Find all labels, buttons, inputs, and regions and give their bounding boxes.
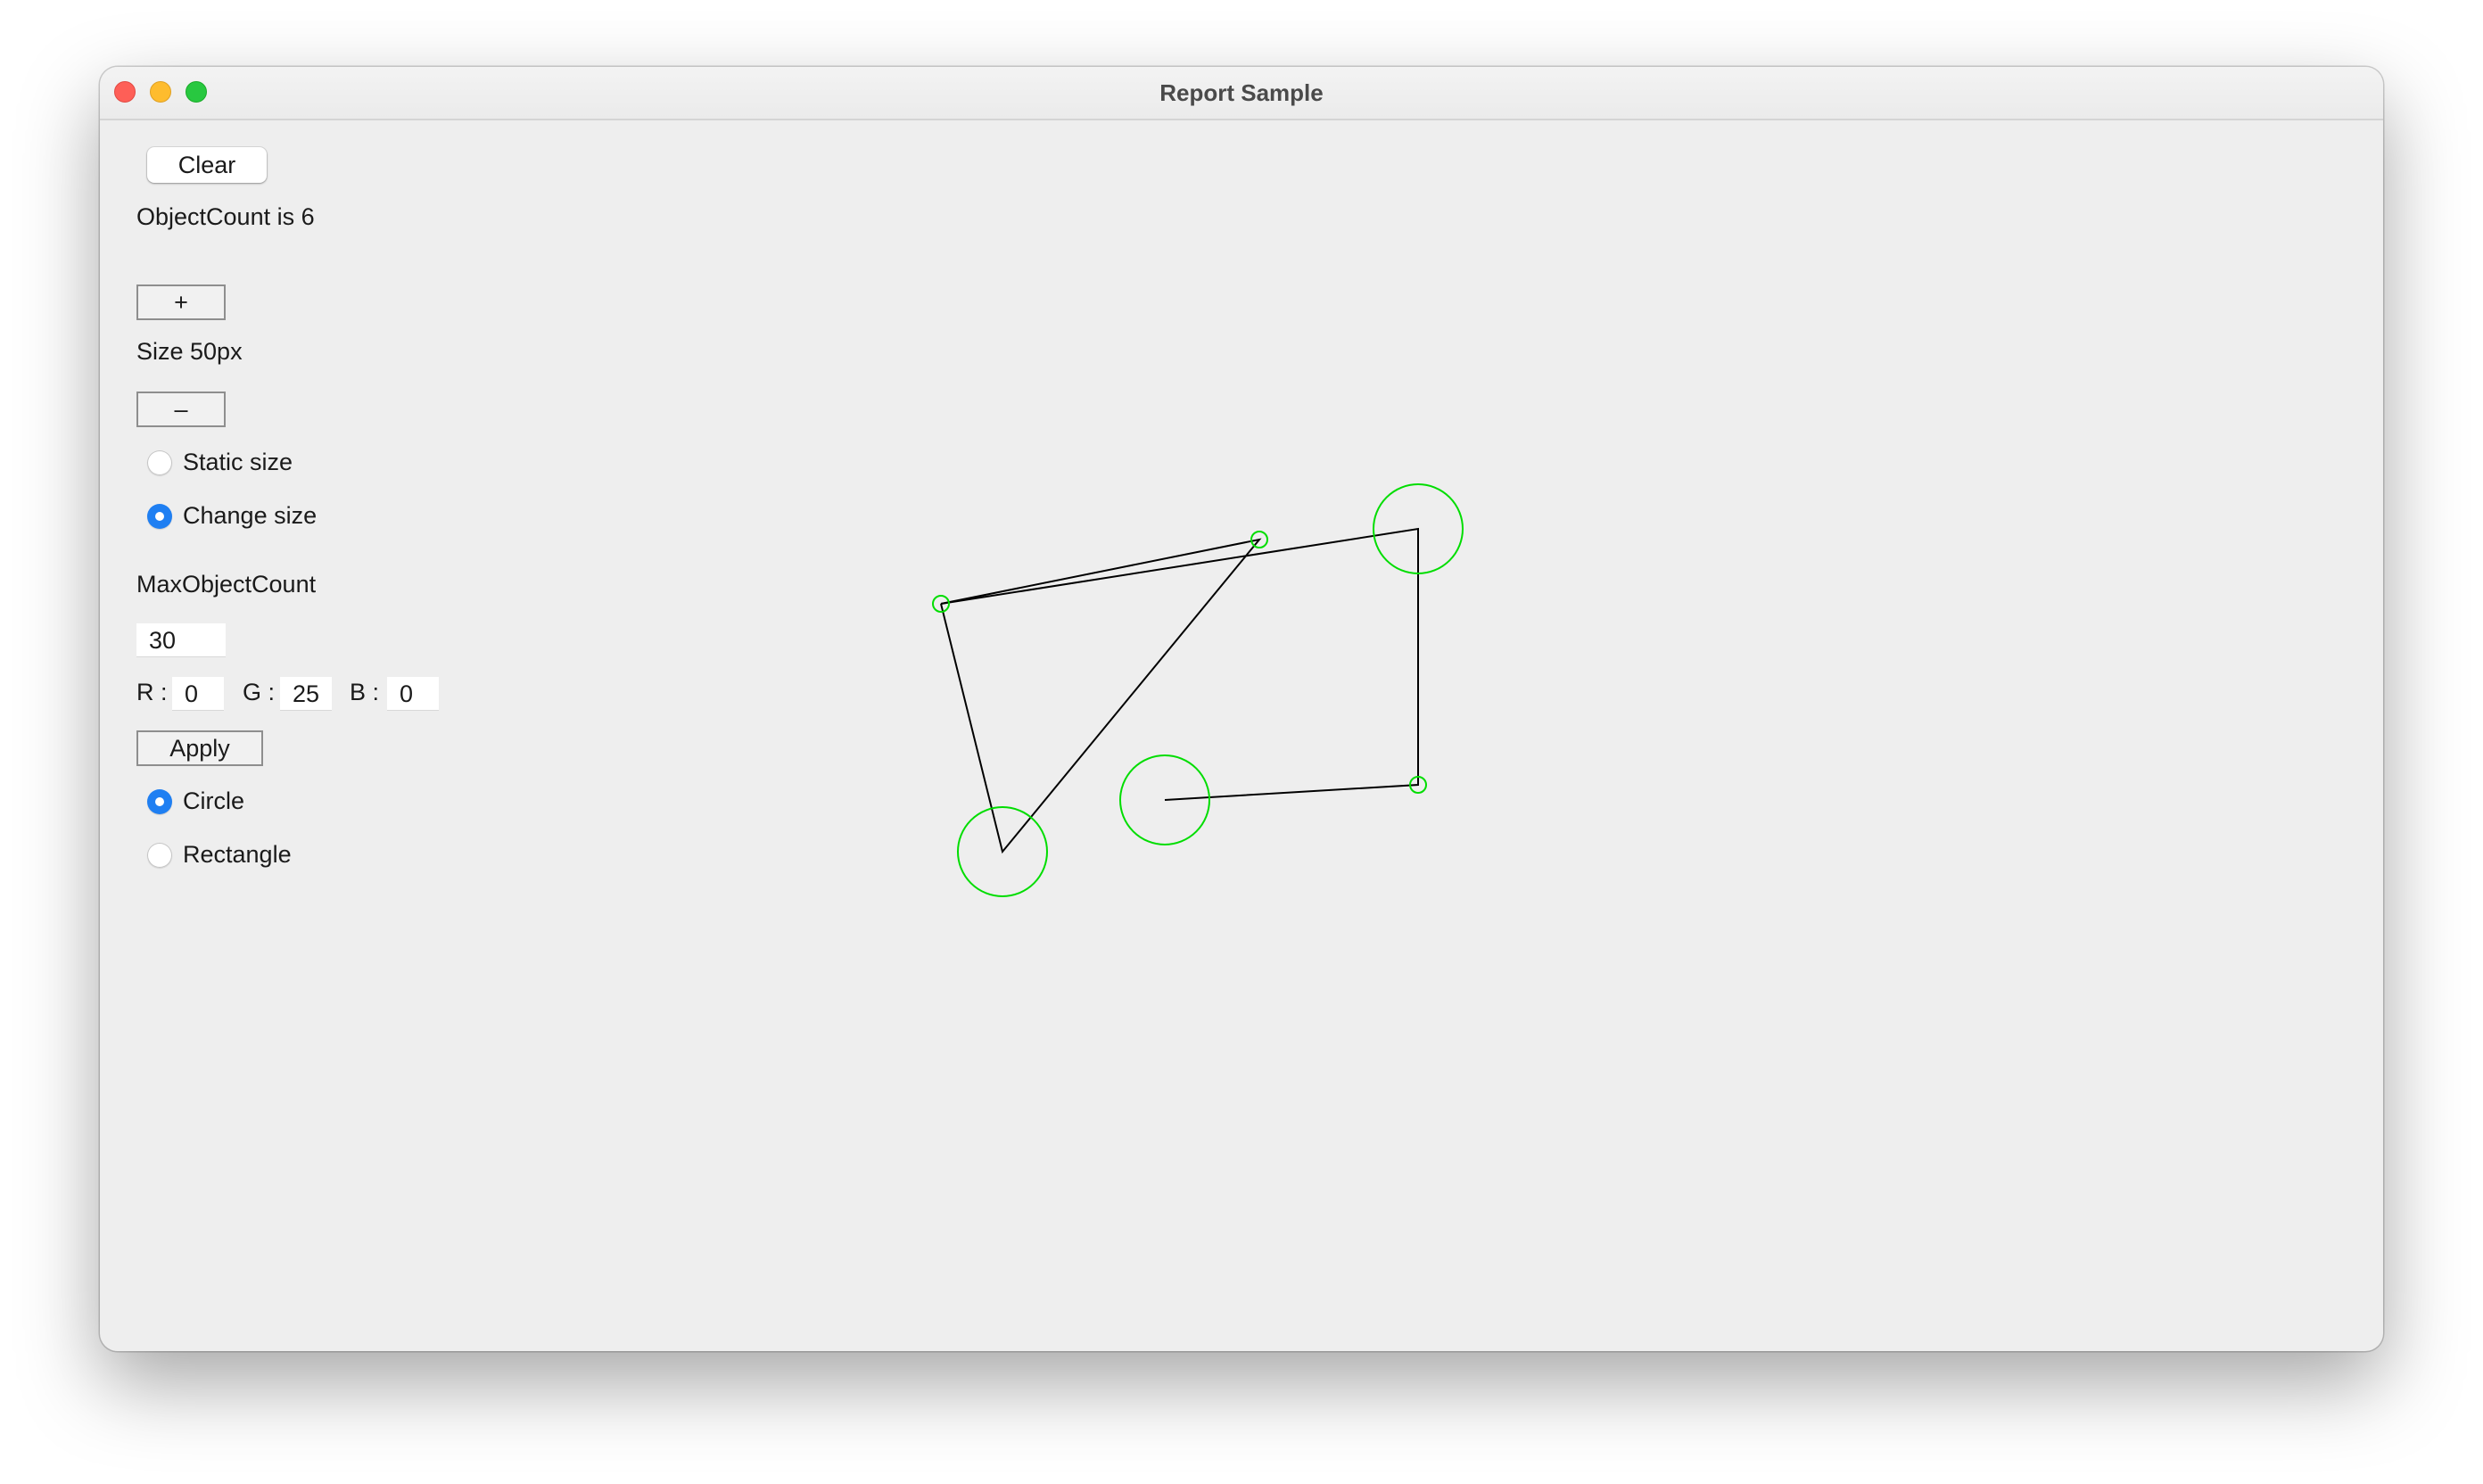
connector-line-path	[940, 538, 1262, 854]
drawing-canvas[interactable]	[100, 120, 2383, 1351]
connector-line-path	[940, 527, 1419, 801]
window-title: Report Sample	[1159, 79, 1324, 106]
shape-objects	[932, 483, 1464, 897]
app-window: Report Sample Clear ObjectCount is 6 + S…	[100, 67, 2383, 1351]
title-bar[interactable]: Report Sample	[100, 67, 2383, 120]
connector-lines	[940, 527, 1419, 854]
content-area: Clear ObjectCount is 6 + Size 50px – Sta…	[100, 120, 2383, 1351]
